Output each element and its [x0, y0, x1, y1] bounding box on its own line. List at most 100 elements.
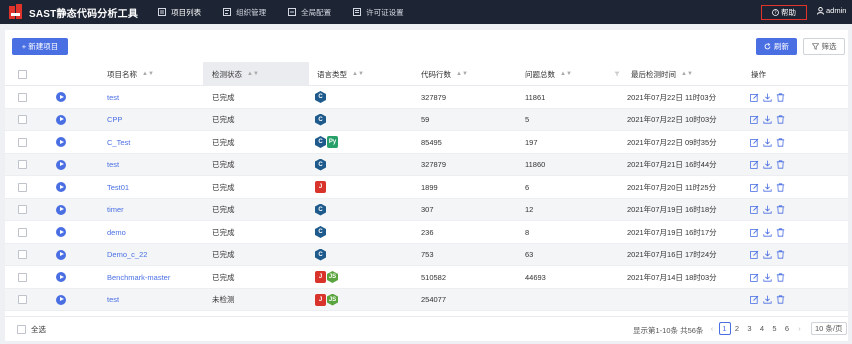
edit-button[interactable]: [750, 115, 759, 124]
download-button[interactable]: [763, 160, 772, 169]
help-button[interactable]: ? 帮助: [761, 5, 807, 20]
row-checkbox[interactable]: [18, 92, 27, 102]
run-scan-button[interactable]: [56, 159, 66, 170]
page-button[interactable]: 3: [744, 322, 756, 335]
run-scan-cell: [56, 221, 66, 243]
row-checkbox[interactable]: [18, 250, 27, 259]
edit-button[interactable]: [750, 160, 759, 169]
app-title: SAST静态代码分析工具: [29, 8, 139, 20]
row-checkbox[interactable]: [18, 295, 27, 304]
download-button[interactable]: [763, 183, 772, 192]
page-button[interactable]: 1: [718, 322, 731, 335]
page-button[interactable]: 6: [781, 322, 793, 335]
delete-icon: [776, 115, 785, 124]
nav-item-project-list[interactable]: 项目列表: [158, 7, 201, 18]
run-scan-button[interactable]: [56, 249, 66, 260]
select-all-checkbox[interactable]: [17, 325, 26, 334]
run-scan-button[interactable]: [56, 294, 66, 305]
run-scan-button[interactable]: [56, 182, 66, 192]
nav-item-global-config[interactable]: 全局配置: [288, 7, 331, 18]
row-checkbox[interactable]: [18, 272, 27, 282]
run-scan-button[interactable]: [56, 92, 66, 102]
column-header-status[interactable]: 检测状态 ▲▼: [212, 62, 259, 86]
delete-icon: [776, 182, 785, 192]
filter-button[interactable]: 筛选: [803, 38, 845, 55]
column-filter-issues[interactable]: [614, 62, 620, 86]
project-name-link[interactable]: Benchmark-master: [107, 266, 170, 288]
refresh-button[interactable]: 刷新: [756, 38, 797, 55]
issue-count: 11860: [525, 160, 546, 169]
project-name-link[interactable]: demo: [107, 221, 126, 243]
last-scan-time: 2021年07月19日 16时18分: [627, 205, 717, 214]
run-scan-button[interactable]: [56, 272, 66, 282]
edit-button[interactable]: [750, 295, 759, 304]
project-name-link[interactable]: timer: [107, 199, 124, 221]
nav-item-org-management[interactable]: 组织管理: [223, 7, 266, 18]
column-header-lines[interactable]: 代码行数 ▲▼: [421, 62, 468, 86]
edit-button[interactable]: [750, 250, 759, 259]
column-header-issues[interactable]: 问题总数 ▲▼: [525, 62, 572, 86]
project-name-link[interactable]: Test01: [107, 176, 129, 198]
delete-button[interactable]: [776, 295, 785, 304]
app-logo: [9, 4, 23, 20]
column-header-name[interactable]: 项目名称 ▲▼: [107, 62, 154, 86]
nav-label: 全局配置: [301, 7, 332, 17]
delete-button[interactable]: [776, 160, 785, 169]
delete-button[interactable]: [776, 137, 785, 147]
delete-button[interactable]: [776, 182, 785, 192]
project-name-link[interactable]: CPP: [107, 109, 122, 131]
run-scan-button[interactable]: [56, 227, 66, 237]
edit-button[interactable]: [750, 183, 759, 192]
select-all-checkbox-header[interactable]: [18, 69, 27, 79]
row-checkbox[interactable]: [18, 205, 27, 214]
project-name-link[interactable]: test: [107, 154, 119, 176]
delete-button[interactable]: [776, 272, 785, 282]
next-page-button[interactable]: ›: [794, 322, 806, 335]
row-checkbox[interactable]: [18, 137, 27, 147]
page-button[interactable]: 5: [769, 322, 781, 335]
table-row: test 已完成 C 327879 11860 2021年07月21日 16时4…: [5, 153, 848, 176]
edit-button[interactable]: [750, 138, 759, 147]
nav-item-license-settings[interactable]: 许可证设置: [353, 7, 404, 18]
download-button[interactable]: [763, 138, 772, 147]
delete-button[interactable]: [776, 227, 785, 237]
page-button[interactable]: 2: [731, 322, 743, 335]
run-scan-button[interactable]: [56, 137, 66, 147]
project-name-link[interactable]: C_Test: [107, 131, 130, 153]
download-button[interactable]: [763, 115, 772, 124]
new-project-button[interactable]: + 新建项目: [12, 38, 68, 55]
java-lang-icon: J: [315, 271, 326, 283]
run-scan-button[interactable]: [56, 204, 66, 215]
page-button[interactable]: 4: [756, 322, 768, 335]
delete-button[interactable]: [776, 115, 785, 124]
download-button[interactable]: [763, 250, 772, 259]
download-button[interactable]: [763, 273, 772, 282]
edit-button[interactable]: [750, 205, 759, 214]
prev-page-button[interactable]: ‹: [706, 322, 718, 335]
page-size-select[interactable]: 10 条/页: [811, 322, 847, 335]
row-checkbox[interactable]: [18, 160, 27, 169]
edit-button[interactable]: [750, 228, 759, 237]
select-all[interactable]: 全选: [17, 324, 46, 335]
row-checkbox[interactable]: [18, 182, 27, 192]
run-scan-button[interactable]: [56, 114, 66, 125]
delete-button[interactable]: [776, 205, 785, 214]
download-button[interactable]: [763, 228, 772, 237]
project-name-link[interactable]: test: [107, 289, 119, 311]
project-name-link[interactable]: test: [107, 86, 119, 108]
row-checkbox[interactable]: [18, 115, 27, 124]
edit-button[interactable]: [750, 273, 759, 282]
delete-button[interactable]: [776, 92, 785, 102]
table-row: test 已完成 C 327879 11861 2021年07月22日 11时0…: [5, 86, 848, 109]
column-header-lang[interactable]: 语言类型 ▲▼: [317, 62, 364, 86]
edit-button[interactable]: [750, 93, 759, 102]
download-button[interactable]: [763, 295, 772, 304]
project-name-link[interactable]: Demo_c_22: [107, 244, 147, 266]
user-menu[interactable]: admin: [817, 6, 846, 15]
column-header-last-scan[interactable]: 最后检测时间 ▲▼: [631, 62, 693, 86]
delete-button[interactable]: [776, 250, 785, 259]
row-checkbox[interactable]: [18, 227, 27, 237]
download-button[interactable]: [763, 93, 772, 102]
download-button[interactable]: [763, 205, 772, 214]
c-lang-icon: C: [315, 248, 326, 261]
